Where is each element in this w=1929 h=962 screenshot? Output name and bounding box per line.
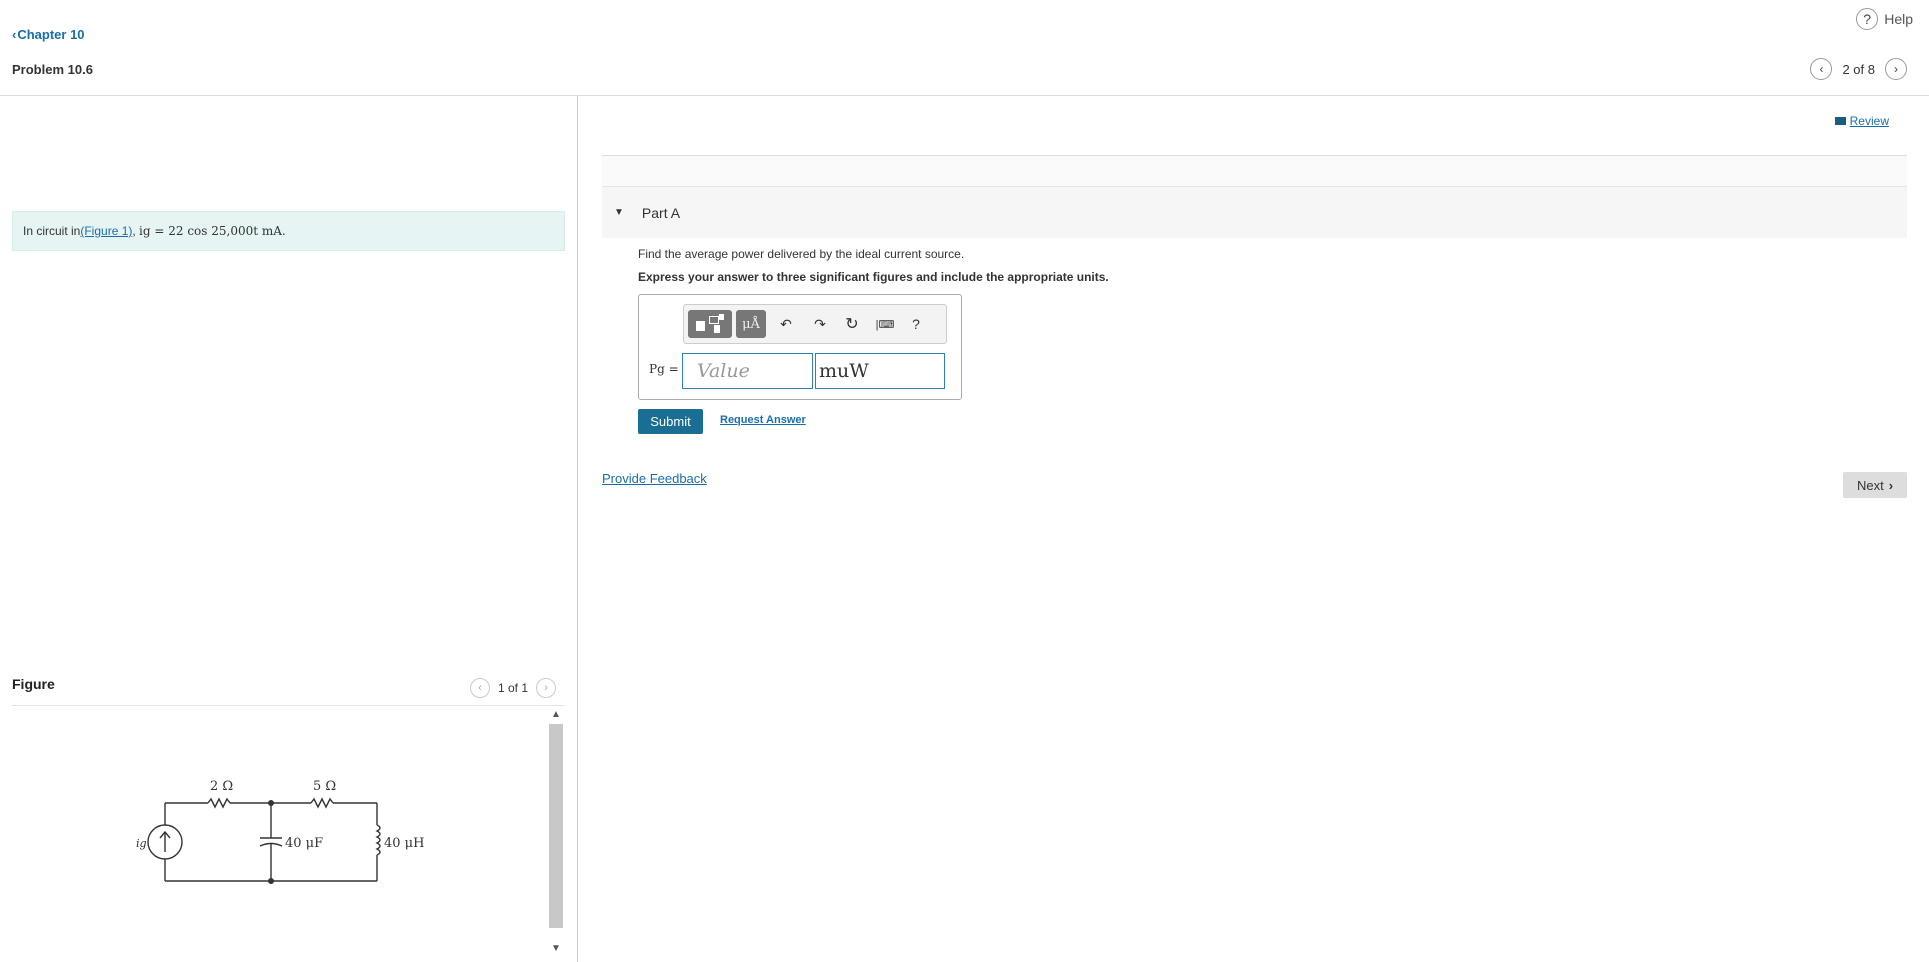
question-text: Find the average power delivered by the …: [638, 247, 965, 261]
figure-label: Figure: [12, 676, 55, 692]
next-button[interactable]: Next ›: [1843, 472, 1907, 498]
instruction-text: Express your answer to three significant…: [638, 270, 1109, 284]
provide-feedback-link[interactable]: Provide Feedback: [602, 471, 707, 486]
figure-divider: [12, 705, 565, 706]
problem-statement: In circuit in (Figure 1) , ig = 22 cos 2…: [12, 211, 565, 251]
previous-problem-button[interactable]: ‹: [1810, 58, 1833, 80]
problem-separator: ,: [132, 224, 140, 238]
scroll-up-arrow-icon[interactable]: ▲: [548, 707, 564, 721]
problem-equation: ig = 22 cos 25,000t mA.: [139, 224, 286, 238]
inductor-label: 40 μH: [384, 836, 424, 851]
chevron-left-icon: ‹: [12, 27, 17, 42]
scroll-down-arrow-icon[interactable]: ▼: [548, 941, 564, 955]
part-a-title: Part A: [641, 204, 681, 221]
toolbar-help-icon[interactable]: ?: [906, 310, 926, 338]
chapter-link-label: Chapter 10: [17, 27, 85, 42]
next-problem-button[interactable]: ›: [1885, 58, 1907, 80]
caret-down-icon: ▼: [614, 207, 624, 218]
units-input[interactable]: muW: [815, 353, 945, 389]
part-top-band: [602, 156, 1907, 186]
figure-pager: ‹ 1 of 1 ›: [470, 678, 557, 698]
help-label: Help: [1884, 11, 1913, 27]
answer-variable-label: Pg =: [649, 362, 679, 376]
review-link[interactable]: Review: [1834, 114, 1889, 128]
resistor-2-ohm-label: 2 Ω: [210, 779, 233, 794]
next-button-label: Next: [1856, 477, 1884, 493]
review-link-label: Review: [1849, 114, 1889, 128]
problem-title: Problem 10.6: [12, 62, 93, 77]
units-button[interactable]: μÅ: [736, 310, 766, 338]
templates-icon[interactable]: [688, 310, 732, 338]
previous-figure-button[interactable]: ‹: [470, 678, 490, 698]
problem-pager-text: 2 of 8: [1842, 61, 1875, 77]
top-node: [268, 800, 274, 806]
keyboard-icon[interactable]: |⌨: [870, 310, 900, 338]
request-answer-link[interactable]: Request Answer: [720, 414, 806, 426]
undo-icon[interactable]: ↶: [776, 310, 796, 338]
figure-pager-text: 1 of 1: [498, 681, 529, 695]
resistor-5-ohm-label: 5 Ω: [313, 779, 336, 794]
source-label: ig: [136, 837, 147, 850]
problem-prefix: In circuit in: [23, 224, 81, 238]
help-icon: ?: [1856, 8, 1879, 30]
reset-icon[interactable]: ↻: [842, 310, 862, 338]
circuit-diagram: 2 Ω 5 Ω 40 μF 40 μH ig: [136, 779, 424, 884]
part-a-header[interactable]: ▼ Part A: [602, 186, 1907, 238]
help-button[interactable]: ? Help: [1856, 8, 1913, 30]
math-toolbar: μÅ ↶ ↷ ↻ |⌨ ?: [683, 304, 947, 344]
submit-button[interactable]: Submit: [638, 409, 703, 434]
capacitor-label: 40 μF: [285, 836, 323, 851]
figure-scrollbar-thumb[interactable]: [549, 724, 563, 928]
next-figure-button[interactable]: ›: [536, 678, 557, 698]
chapter-back-link[interactable]: ‹Chapter 10: [12, 27, 85, 42]
bottom-node: [268, 878, 274, 884]
value-input[interactable]: Value: [682, 353, 813, 389]
panel-divider: [577, 96, 578, 962]
figure-link[interactable]: (Figure 1): [80, 224, 132, 238]
chevron-right-icon: ›: [1888, 477, 1894, 493]
header-divider: [0, 95, 1929, 96]
book-icon: [1834, 117, 1846, 125]
problem-pager: ‹ 2 of 8 ›: [1810, 58, 1907, 80]
redo-icon[interactable]: ↷: [810, 310, 830, 338]
